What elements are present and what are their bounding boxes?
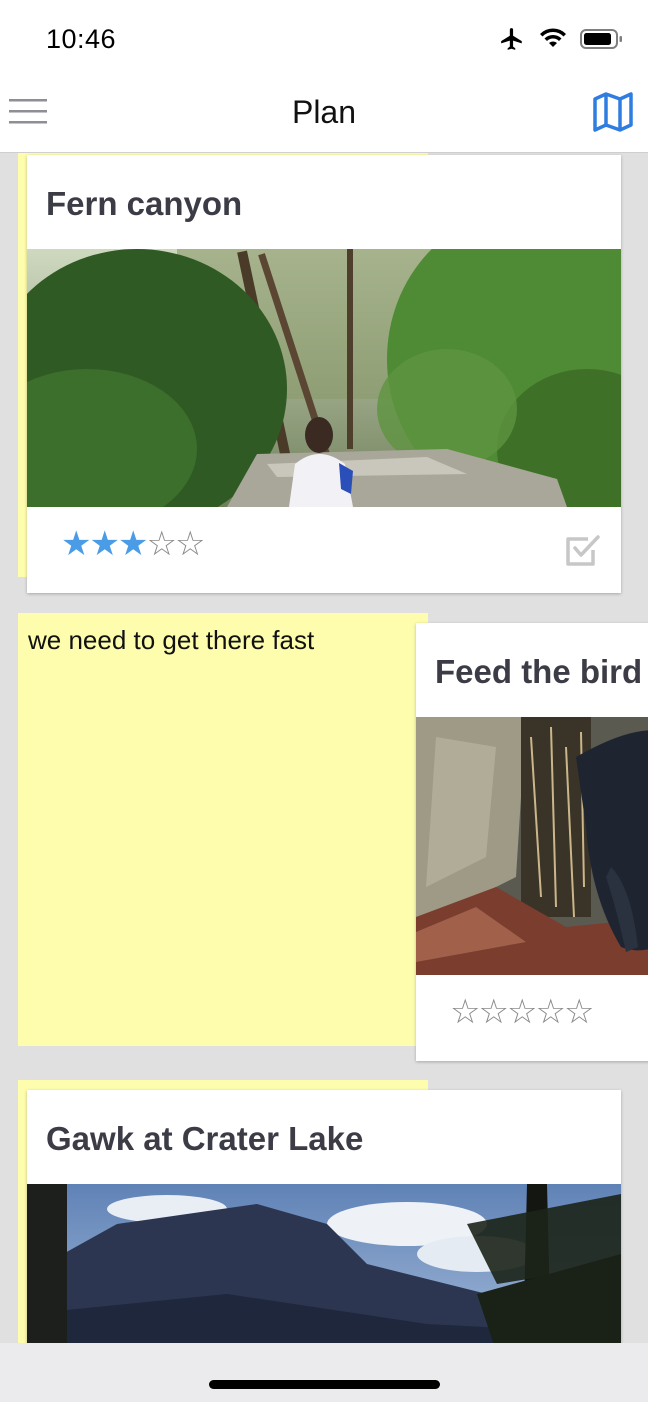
star-filled-icon[interactable]: ★ — [89, 525, 120, 563]
airplane-icon — [501, 28, 522, 50]
note-text: we need to get there fast — [28, 625, 315, 655]
battery-icon — [580, 29, 622, 49]
map-button[interactable] — [592, 92, 634, 132]
status-time: 10:46 — [46, 24, 117, 54]
status-bar: 10:46 — [0, 0, 648, 80]
wifi-icon — [540, 28, 566, 47]
home-indicator-area — [0, 1343, 648, 1402]
card-photo — [27, 249, 621, 507]
done-checkbox[interactable] — [564, 531, 602, 569]
star-rating[interactable]: ★★★☆☆ — [61, 525, 206, 563]
star-empty-icon[interactable]: ☆ — [507, 993, 538, 1031]
star-empty-icon[interactable]: ☆ — [564, 993, 595, 1031]
map-icon — [593, 92, 633, 132]
status-icons — [498, 26, 624, 52]
star-filled-icon[interactable]: ★ — [118, 525, 149, 563]
plan-list[interactable]: Fern canyon ★★★☆☆ we need to get there f… — [0, 153, 648, 1343]
plan-card-gawk-at-crater-lake[interactable]: Gawk at Crater Lake — [27, 1090, 621, 1343]
star-filled-icon[interactable]: ★ — [61, 525, 92, 563]
sticky-note[interactable]: we need to get there fast — [18, 613, 428, 1046]
plan-card-feed-the-bird[interactable]: Feed the bird ☆☆☆☆☆ — [416, 623, 648, 1061]
checkbox-checked-icon — [566, 535, 600, 566]
star-empty-icon[interactable]: ☆ — [535, 993, 566, 1031]
home-indicator[interactable] — [209, 1380, 440, 1389]
nav-bar: Plan — [0, 80, 648, 153]
card-title: Feed the bird — [435, 653, 643, 690]
star-empty-icon[interactable]: ☆ — [450, 993, 481, 1031]
card-title: Gawk at Crater Lake — [46, 1120, 364, 1157]
card-title: Fern canyon — [46, 185, 243, 222]
star-rating[interactable]: ☆☆☆☆☆ — [450, 993, 595, 1031]
star-empty-icon[interactable]: ☆ — [478, 993, 509, 1031]
star-empty-icon[interactable]: ☆ — [175, 525, 206, 563]
card-photo — [416, 717, 648, 975]
page-title: Plan — [291, 94, 357, 130]
star-empty-icon[interactable]: ☆ — [146, 525, 177, 563]
plan-card-fern-canyon[interactable]: Fern canyon ★★★☆☆ — [27, 155, 621, 593]
card-photo — [27, 1184, 621, 1343]
